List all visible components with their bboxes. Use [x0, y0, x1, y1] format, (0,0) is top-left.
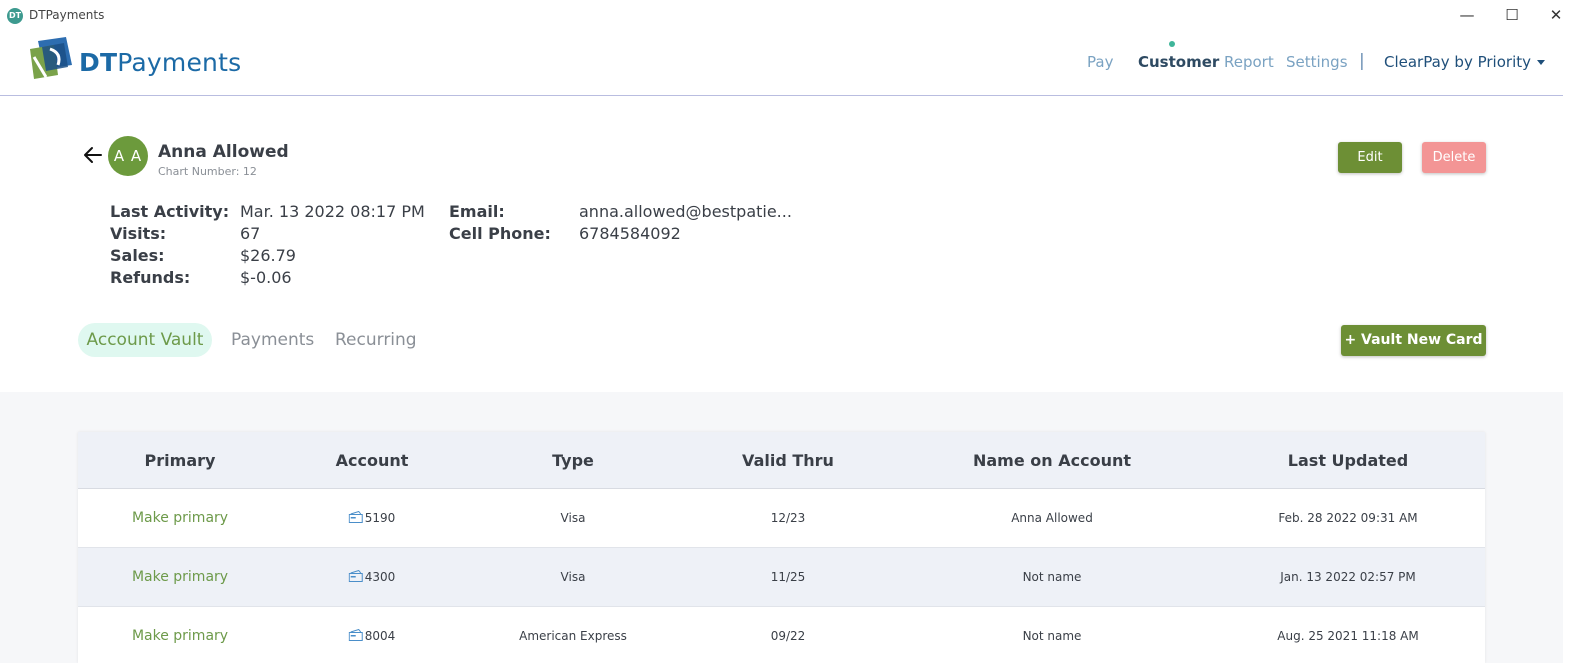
- table-row[interactable]: Make primary 4300 Visa 11/25 Not name Ja…: [78, 548, 1485, 607]
- make-primary-link[interactable]: Make primary: [132, 607, 228, 663]
- column-header-valid-thru[interactable]: Valid Thru: [742, 432, 834, 489]
- refunds-value: $-0.06: [240, 268, 292, 287]
- tab-recurring[interactable]: Recurring: [335, 323, 417, 357]
- active-nav-indicator: [1169, 41, 1175, 47]
- email-value: anna.allowed@bestpatie...: [579, 202, 792, 221]
- vault-new-card-button[interactable]: + Vault New Card: [1341, 325, 1486, 356]
- customer-name: Anna Allowed: [158, 142, 289, 162]
- credit-card-icon: [348, 511, 363, 523]
- account-dropdown[interactable]: ClearPay by Priority: [1384, 53, 1545, 71]
- last-updated-cell: Aug. 25 2021 11:18 AM: [1277, 629, 1419, 643]
- sales-label: Sales:: [110, 246, 165, 265]
- sales-value: $26.79: [240, 246, 296, 265]
- name-on-account-cell: Anna Allowed: [1011, 511, 1093, 525]
- visits-value: 67: [240, 224, 261, 243]
- valid-thru-cell: 12/23: [770, 511, 806, 525]
- logo-text[interactable]: DTPayments: [79, 48, 241, 77]
- delete-button[interactable]: Delete: [1422, 142, 1486, 173]
- valid-thru-cell: 11/25: [770, 570, 806, 584]
- name-on-account-cell: Not name: [1022, 629, 1082, 643]
- app-icon: DT: [7, 8, 23, 24]
- nav-pay[interactable]: Pay: [1087, 53, 1113, 71]
- window-titlebar: DT DTPayments — ☐ ✕: [0, 0, 1571, 31]
- last-activity-label: Last Activity:: [110, 202, 230, 221]
- account-cell: 4300: [348, 548, 395, 606]
- column-header-name-on-account[interactable]: Name on Account: [973, 432, 1131, 489]
- account-vault-table: Primary Account Type Valid Thru Name on …: [78, 432, 1485, 663]
- credit-card-icon: [348, 570, 363, 582]
- tab-payments[interactable]: Payments: [231, 323, 314, 357]
- column-header-primary[interactable]: Primary: [145, 432, 216, 489]
- type-cell: American Express: [519, 629, 627, 643]
- column-header-type[interactable]: Type: [552, 432, 594, 489]
- make-primary-link[interactable]: Make primary: [132, 548, 228, 606]
- avatar: A A: [108, 136, 148, 176]
- table-row[interactable]: Make primary 5190 Visa 12/23 Anna Allowe…: [78, 489, 1485, 548]
- table-header: Primary Account Type Valid Thru Name on …: [78, 432, 1485, 489]
- visits-label: Visits:: [110, 224, 167, 243]
- table-row[interactable]: Make primary 8004 American Express 09/22…: [78, 607, 1485, 663]
- type-cell: Visa: [560, 511, 586, 525]
- last-updated-cell: Feb. 28 2022 09:31 AM: [1278, 511, 1418, 525]
- maximize-button[interactable]: ☐: [1497, 4, 1527, 26]
- dtpayments-logo-icon: [30, 37, 72, 79]
- last-activity-value: Mar. 13 2022 08:17 PM: [240, 202, 425, 221]
- account-cell: 8004: [348, 607, 395, 663]
- cell-phone-value: 6784584092: [579, 224, 681, 243]
- nav-settings[interactable]: Settings: [1286, 53, 1348, 71]
- nav-separator: |: [1359, 51, 1365, 71]
- chevron-down-icon: [1537, 60, 1545, 65]
- make-primary-link[interactable]: Make primary: [132, 489, 228, 547]
- nav-customer[interactable]: Customer: [1138, 53, 1219, 71]
- type-cell: Visa: [560, 570, 586, 584]
- account-cell: 5190: [348, 489, 395, 547]
- tab-account-vault[interactable]: Account Vault: [78, 323, 212, 357]
- email-label: Email:: [449, 202, 505, 221]
- refunds-label: Refunds:: [110, 268, 191, 287]
- account-name: ClearPay by Priority: [1384, 53, 1531, 71]
- nav-report[interactable]: Report: [1224, 53, 1274, 71]
- arrow-left-icon[interactable]: [81, 143, 105, 167]
- name-on-account-cell: Not name: [1022, 570, 1082, 584]
- column-header-account[interactable]: Account: [336, 432, 409, 489]
- window-title: DTPayments: [29, 8, 105, 22]
- column-header-last-updated[interactable]: Last Updated: [1288, 432, 1408, 489]
- cell-phone-label: Cell Phone:: [449, 224, 551, 243]
- minimize-button[interactable]: —: [1452, 4, 1482, 26]
- edit-button[interactable]: Edit: [1338, 142, 1402, 173]
- chart-number: Chart Number: 12: [158, 165, 257, 178]
- valid-thru-cell: 09/22: [770, 629, 806, 643]
- app-header: DTPayments Pay Customer Report Settings …: [0, 31, 1563, 96]
- close-button[interactable]: ✕: [1541, 4, 1571, 26]
- credit-card-icon: [348, 629, 363, 641]
- last-updated-cell: Jan. 13 2022 02:57 PM: [1280, 570, 1416, 584]
